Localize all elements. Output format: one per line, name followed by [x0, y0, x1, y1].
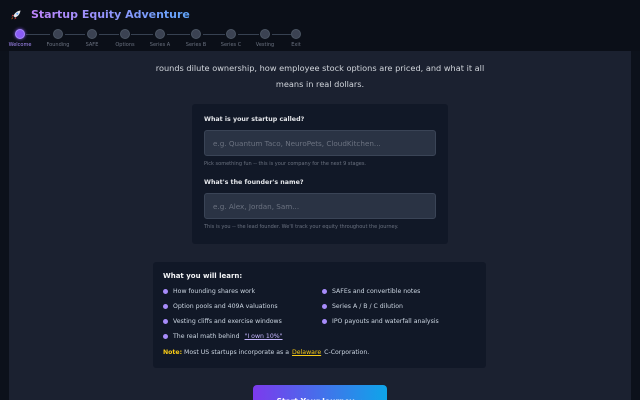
step-label: Series B [185, 42, 207, 48]
learn-title: What you will learn: [163, 272, 243, 280]
rocket-icon [9, 8, 23, 22]
step-label: Options [115, 42, 135, 48]
step-label: Exit [291, 42, 301, 48]
delaware-note: Note: Most US startups incorporate as a … [163, 349, 369, 356]
step-series-b[interactable]: Series B [176, 29, 216, 48]
bullet-dot-icon [322, 289, 327, 294]
step-welcome[interactable]: Welcome [0, 29, 40, 48]
app-header: Startup Equity Adventure [0, 0, 640, 29]
intro-text: rounds dilute ownership, how employee st… [9, 60, 631, 92]
step-dot [15, 29, 25, 39]
start-journey-button[interactable]: Start Your Journey → [253, 385, 387, 400]
list-item-text: Option pools and 409A valuations [173, 303, 278, 310]
list-item-text: Vesting cliffs and exercise windows [173, 318, 282, 325]
founder-name-hint: This is you -- the lead founder. We'll t… [204, 224, 399, 230]
list-item: The real math behind "I own 10%" [163, 333, 283, 340]
list-item: Option pools and 409A valuations [163, 303, 278, 310]
list-item: Vesting cliffs and exercise windows [163, 318, 282, 325]
learning-outcomes: What you will learn: How founding shares… [153, 262, 486, 368]
list-item: SAFEs and convertible notes [322, 288, 420, 295]
bullet-dot-icon [163, 304, 168, 309]
intro-line: means in real dollars. [275, 79, 365, 89]
bullet-dot-icon [322, 304, 327, 309]
founder-name-input[interactable] [204, 193, 436, 219]
progress-stepper: Welcome Founding SAFE Options Series A S… [0, 29, 640, 51]
i-own-10-link[interactable]: "I own 10%" [245, 333, 283, 340]
bullet-dot-icon [163, 334, 168, 339]
list-item-text: The real math behind [173, 333, 240, 340]
step-dot [155, 29, 165, 39]
note-text: Most US startups incorporate as a [184, 349, 290, 356]
step-dot [291, 29, 301, 39]
setup-form: What is your startup called? Pick someth… [192, 104, 448, 244]
startup-name-hint: Pick something fun -- this is your compa… [204, 161, 367, 167]
note-end: C-Corporation. [324, 349, 370, 356]
list-item-text: Series A / B / C dilution [332, 303, 403, 310]
founder-name-label: What's the founder's name? [204, 179, 304, 186]
step-label: Welcome [8, 42, 32, 48]
note-label: Note: [163, 349, 183, 356]
list-item-text: IPO payouts and waterfall analysis [332, 318, 439, 325]
bullet-dot-icon [163, 289, 168, 294]
startup-name-input[interactable] [204, 130, 436, 156]
step-dot [87, 29, 97, 39]
startup-name-label: What is your startup called? [204, 116, 305, 123]
step-label: Series A [149, 42, 171, 48]
step-dot [226, 29, 236, 39]
list-item-text: How founding shares work [173, 288, 256, 295]
delaware-link[interactable]: Delaware [292, 349, 321, 356]
bullet-dot-icon [163, 319, 168, 324]
step-dot [120, 29, 130, 39]
step-dot [191, 29, 201, 39]
list-item-text: SAFEs and convertible notes [332, 288, 421, 295]
list-item: Series A / B / C dilution [322, 303, 403, 310]
list-item: How founding shares work [163, 288, 255, 295]
intro-line: rounds dilute ownership, how employee st… [155, 63, 485, 73]
list-item: IPO payouts and waterfall analysis [322, 318, 439, 325]
app-title: Startup Equity Adventure [31, 8, 190, 21]
step-series-a[interactable]: Series A [140, 29, 180, 48]
step-dot [260, 29, 270, 39]
step-exit[interactable]: Exit [276, 29, 316, 48]
step-dot [53, 29, 63, 39]
step-options[interactable]: Options [105, 29, 145, 48]
bullet-dot-icon [322, 319, 327, 324]
welcome-panel: rounds dilute ownership, how employee st… [9, 51, 631, 400]
